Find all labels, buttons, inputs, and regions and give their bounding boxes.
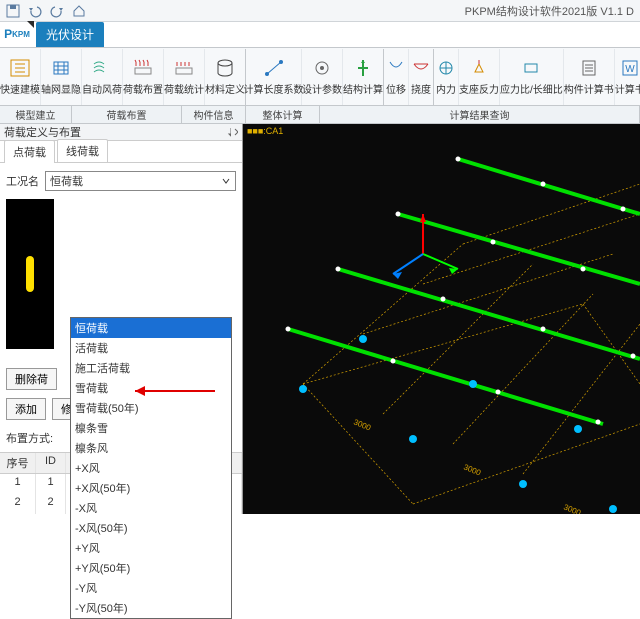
group-member-info: 构件信息 — [182, 106, 246, 123]
dropdown-item[interactable]: +Y风(50年) — [71, 558, 231, 578]
dropdown-item[interactable]: 活荷载 — [71, 338, 231, 358]
ribbon-deflection[interactable]: 挠度 — [409, 49, 434, 105]
ribbon-calc-length[interactable]: 计算长度系数 — [246, 49, 302, 105]
save-icon[interactable] — [6, 4, 20, 18]
ribbon: 快速建模 轴网显隐 自动风荷 荷载布置 荷载统计 材料定义 计算长度系数 设计参… — [0, 48, 640, 106]
col-id: ID — [36, 453, 66, 473]
ribbon-displacement[interactable]: 位移 — [384, 49, 409, 105]
dropdown-item[interactable]: 雪荷载(50年) — [71, 398, 231, 418]
case-label: 工况名 — [6, 173, 39, 189]
quick-access-toolbar: PKPM结构设计软件2021版 V1.1 D — [0, 0, 640, 22]
svg-text:3000: 3000 — [562, 503, 582, 514]
dropdown-item[interactable]: +Y风 — [71, 538, 231, 558]
ribbon-internal-force[interactable]: 内力 — [434, 49, 459, 105]
window-title: PKPM结构设计软件2021版 V1.1 D — [465, 3, 634, 19]
dropdown-item[interactable]: +X风 — [71, 458, 231, 478]
ribbon-report-word[interactable]: W计算书 — [615, 49, 640, 105]
app-logo: PKPM — [0, 21, 34, 47]
dropdown-item[interactable]: 檩条风 — [71, 438, 231, 458]
ribbon-quick-model[interactable]: 快速建模 — [0, 49, 41, 105]
ribbon-groups: 模型建立 荷载布置 构件信息 整体计算 计算结果查询 — [0, 106, 640, 124]
ribbon-grid-toggle[interactable]: 轴网显隐 — [41, 49, 82, 105]
dropdown-item[interactable]: -Y风(50年) — [71, 598, 231, 618]
subtab-line-load[interactable]: 线荷载 — [57, 139, 108, 162]
dropdown-item[interactable]: -Y风 — [71, 578, 231, 598]
ribbon-load-layout[interactable]: 荷载布置 — [123, 49, 164, 105]
svg-text:W: W — [625, 64, 635, 75]
case-select[interactable]: 恒荷载 — [45, 171, 236, 191]
redo-icon[interactable] — [50, 4, 64, 18]
ribbon-load-stats[interactable]: 荷载统计 — [164, 49, 205, 105]
dropdown-item[interactable]: 雪荷载 — [71, 378, 231, 398]
ribbon-material[interactable]: 材料定义 — [205, 49, 246, 105]
col-index: 序号 — [0, 453, 36, 473]
panel-controls[interactable] — [226, 127, 238, 137]
group-model: 模型建立 — [0, 106, 72, 123]
add-button[interactable]: 添加 — [6, 398, 46, 420]
load-preview — [6, 199, 54, 349]
model-viewport[interactable]: ■■■:CA1 — [243, 124, 640, 514]
model-canvas: 3000 3000 3000 — [243, 124, 640, 514]
undo-icon[interactable] — [28, 4, 42, 18]
dropdown-item[interactable]: -X风 — [71, 498, 231, 518]
case-dropdown[interactable]: 恒荷载 活荷载 施工活荷载 雪荷载 雪荷载(50年) 檩条雪 檩条风 +X风 +… — [70, 317, 232, 619]
dropdown-item[interactable]: 檩条雪 — [71, 418, 231, 438]
svg-text:3000: 3000 — [462, 463, 482, 478]
load-panel: 荷载定义与布置 点荷载 线荷载 工况名 恒荷载 删除荷 添加 修改 删除 ✓高 — [0, 124, 243, 514]
chevron-down-icon — [219, 174, 233, 188]
ribbon-stress-ratio[interactable]: 应力比/长细比 — [500, 49, 564, 105]
group-load: 荷载布置 — [72, 106, 182, 123]
panel-title: 荷载定义与布置 — [4, 124, 81, 140]
group-global-calc: 整体计算 — [246, 106, 320, 123]
subtab-point-load[interactable]: 点荷载 — [4, 140, 55, 163]
home-icon[interactable] — [72, 4, 86, 18]
dropdown-item[interactable]: 恒荷载 — [71, 318, 231, 338]
svg-text:3000: 3000 — [352, 418, 372, 433]
ribbon-design-params[interactable]: 设计参数 — [302, 49, 343, 105]
delete-load-button[interactable]: 删除荷 — [6, 368, 57, 390]
ribbon-struct-calc[interactable]: 结构计算 — [343, 49, 384, 105]
layout-label: 布置方式: — [6, 430, 53, 446]
ribbon-auto-wind[interactable]: 自动风荷 — [82, 49, 123, 105]
dropdown-item[interactable]: +X风(50年) — [71, 478, 231, 498]
tab-strip: PKPM 光伏设计 — [0, 22, 640, 48]
ribbon-member-report[interactable]: 构件计算书 — [564, 49, 615, 105]
group-results: 计算结果查询 — [320, 106, 640, 123]
ribbon-reaction[interactable]: 支座反力 — [459, 49, 500, 105]
dropdown-item[interactable]: -X风(50年) — [71, 518, 231, 538]
tab-photovoltaic[interactable]: 光伏设计 — [36, 22, 104, 47]
dropdown-item[interactable]: 施工活荷载 — [71, 358, 231, 378]
